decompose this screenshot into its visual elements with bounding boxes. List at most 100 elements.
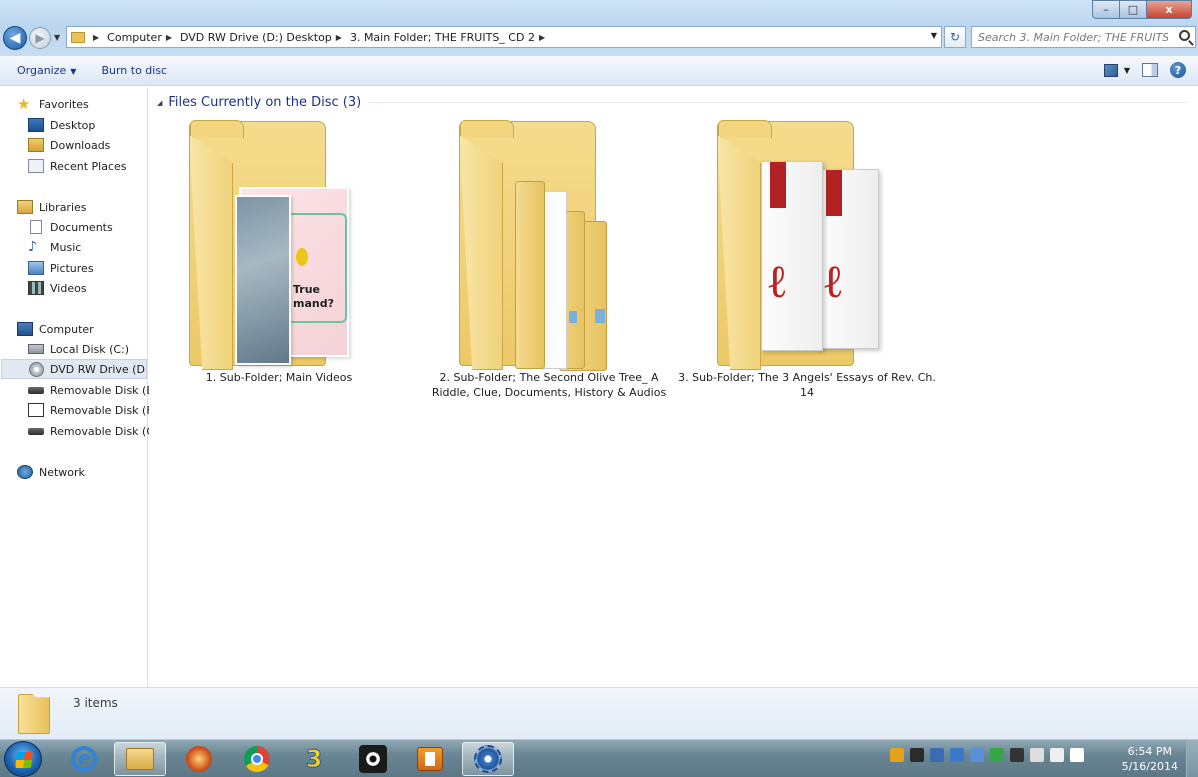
show-desktop-button[interactable] [1186, 740, 1198, 777]
sidebar-item-recent-places[interactable]: Recent Places [28, 156, 127, 176]
search-box[interactable] [971, 26, 1196, 48]
clock-time: 6:54 PM [1127, 745, 1172, 758]
folder-item[interactable]: ℓ ℓ 3. Sub-Folder; The 3 Angels' Essays … [677, 87, 937, 399]
taskbar-app-chrome[interactable] [231, 742, 283, 776]
sidebar-item-label: Recent Places [50, 159, 127, 173]
preview-pane-icon[interactable] [1142, 63, 1158, 77]
search-icon[interactable] [1179, 30, 1190, 41]
sidebar-item-music[interactable]: ♪ Music [28, 237, 81, 257]
computer-icon [17, 322, 33, 336]
maximize-button[interactable]: □ [1119, 0, 1146, 19]
breadcrumb-computer[interactable]: Computer [107, 31, 162, 44]
tray-hand-icon[interactable] [1010, 748, 1024, 762]
sidebar-item-removable-f[interactable]: Removable Disk (F:) [28, 400, 160, 420]
sidebar-favorites[interactable]: ★ Favorites [17, 94, 89, 114]
address-bar[interactable]: ▶ Computer ▶ DVD RW Drive (D:) Desktop ▶… [66, 26, 942, 48]
sidebar-item-removable-g[interactable]: Removable Disk (G:) [28, 421, 163, 441]
window-controls: – □ x [1092, 0, 1192, 19]
sidebar-item-label: Removable Disk (G:) [50, 424, 163, 438]
recent-pages-dropdown[interactable]: ▼ [54, 33, 60, 42]
volume-icon[interactable] [1050, 748, 1064, 762]
pdf-bookmark [770, 162, 786, 208]
sidebar-item-label: Videos [50, 281, 87, 295]
sidebar-item-label: Local Disk (C:) [50, 342, 130, 356]
sidebar-computer[interactable]: Computer [17, 319, 94, 339]
address-dropdown-icon[interactable]: ▼ [931, 31, 937, 40]
desktop-icon [28, 118, 44, 132]
sidebar-item-downloads[interactable]: Downloads [28, 135, 110, 155]
tray-network-icon[interactable] [970, 748, 984, 762]
folder-icon: True mand? [189, 120, 359, 371]
star-icon: ★ [17, 95, 31, 113]
taskbar-clock[interactable]: 6:54 PM 5/16/2014 [1122, 744, 1178, 774]
sidebar-network[interactable]: Network [17, 462, 85, 482]
view-options-chevron-icon[interactable]: ▼ [1124, 66, 1130, 75]
taskbar-app-settings[interactable] [462, 742, 514, 776]
chevron-right-icon[interactable]: ▶ [539, 33, 545, 42]
removable-disk-icon [28, 403, 44, 417]
change-view-icon[interactable] [1103, 63, 1118, 77]
item-count: 3 items [73, 696, 118, 710]
chevron-right-icon[interactable]: ▶ [93, 33, 99, 42]
folder-icon [71, 31, 85, 43]
search-input[interactable] [978, 30, 1168, 44]
close-button[interactable]: x [1146, 0, 1192, 19]
number-three-icon: 3 [305, 745, 323, 774]
refresh-button[interactable]: ↻ [944, 26, 966, 48]
downloads-icon [28, 138, 44, 152]
folder-item[interactable]: True mand? 1. Sub-Folder; Main Videos [149, 87, 409, 397]
sidebar-item-label: Removable Disk (F:) [50, 403, 160, 417]
taskbar-app-browser[interactable] [173, 742, 225, 776]
documents-icon [30, 220, 42, 234]
sidebar-libraries[interactable]: Libraries [17, 197, 87, 217]
burn-to-disc-button[interactable]: Burn to disc [93, 64, 175, 77]
taskbar-app-media[interactable] [347, 742, 399, 776]
folder-item[interactable]: 2. Sub-Folder; The Second Olive Tree_ A … [419, 87, 679, 399]
action-center-flag-icon[interactable] [1070, 748, 1084, 762]
tray-display-icon[interactable] [1030, 748, 1044, 762]
tray-security-icon[interactable] [990, 748, 1004, 762]
sidebar-item-label: Favorites [39, 97, 89, 111]
sidebar-item-desktop[interactable]: Desktop [28, 115, 95, 135]
pictures-icon [28, 261, 44, 275]
taskbar-app-three[interactable]: 3 [288, 742, 340, 776]
folder-icon: ℓ ℓ [717, 120, 887, 371]
minimize-button[interactable]: – [1092, 0, 1119, 19]
back-button[interactable]: ◀ [3, 26, 27, 50]
sidebar-item-dvd-drive[interactable]: DVD RW Drive (D:) D [1, 359, 147, 379]
help-icon[interactable]: ? [1170, 62, 1186, 78]
browser-icon [186, 746, 212, 772]
taskbar-app-windows-explorer[interactable] [114, 742, 166, 776]
sidebar-item-local-disk-c[interactable]: Local Disk (C:) [28, 339, 129, 359]
removable-disk-icon [28, 386, 44, 394]
folder-name: 1. Sub-Folder; Main Videos [205, 371, 353, 384]
folder-icon [18, 694, 50, 734]
sidebar-item-pictures[interactable]: Pictures [28, 258, 94, 278]
forward-arrow-icon: ▶ [35, 31, 45, 45]
tray-warning-icon[interactable] [890, 748, 904, 762]
tray-app-icon[interactable] [910, 748, 924, 762]
tray-monitor-icon[interactable] [950, 748, 964, 762]
blue-tab [569, 311, 577, 323]
taskbar: e 3 6:54 PM 5/16/2014 [0, 739, 1198, 777]
chevron-right-icon[interactable]: ▶ [166, 33, 172, 42]
taskbar-app-internet-explorer[interactable]: e [58, 742, 110, 776]
hard-drive-icon [28, 344, 44, 354]
sidebar-item-videos[interactable]: Videos [28, 278, 87, 298]
thumbnail-sun [296, 248, 308, 266]
forward-button[interactable]: ▶ [29, 27, 51, 49]
videos-icon [28, 281, 44, 295]
tray-word-icon[interactable] [930, 748, 944, 762]
start-button[interactable] [4, 741, 42, 777]
removable-disk-icon [28, 427, 44, 435]
sidebar-item-label: Desktop [50, 118, 96, 132]
recent-places-icon [28, 159, 44, 173]
breadcrumb-dvd-drive[interactable]: DVD RW Drive (D:) Desktop [180, 31, 332, 44]
chevron-right-icon[interactable]: ▶ [336, 33, 342, 42]
pdf-page: ℓ [761, 161, 823, 351]
breadcrumb-main-folder[interactable]: 3. Main Folder; THE FRUITS_ CD 2 [350, 31, 535, 44]
taskbar-app-video[interactable] [404, 742, 456, 776]
sidebar-item-removable-e[interactable]: Removable Disk (E:) [28, 380, 161, 400]
organize-button[interactable]: Organize ▼ [9, 64, 84, 77]
sidebar-item-documents[interactable]: Documents [28, 217, 113, 237]
